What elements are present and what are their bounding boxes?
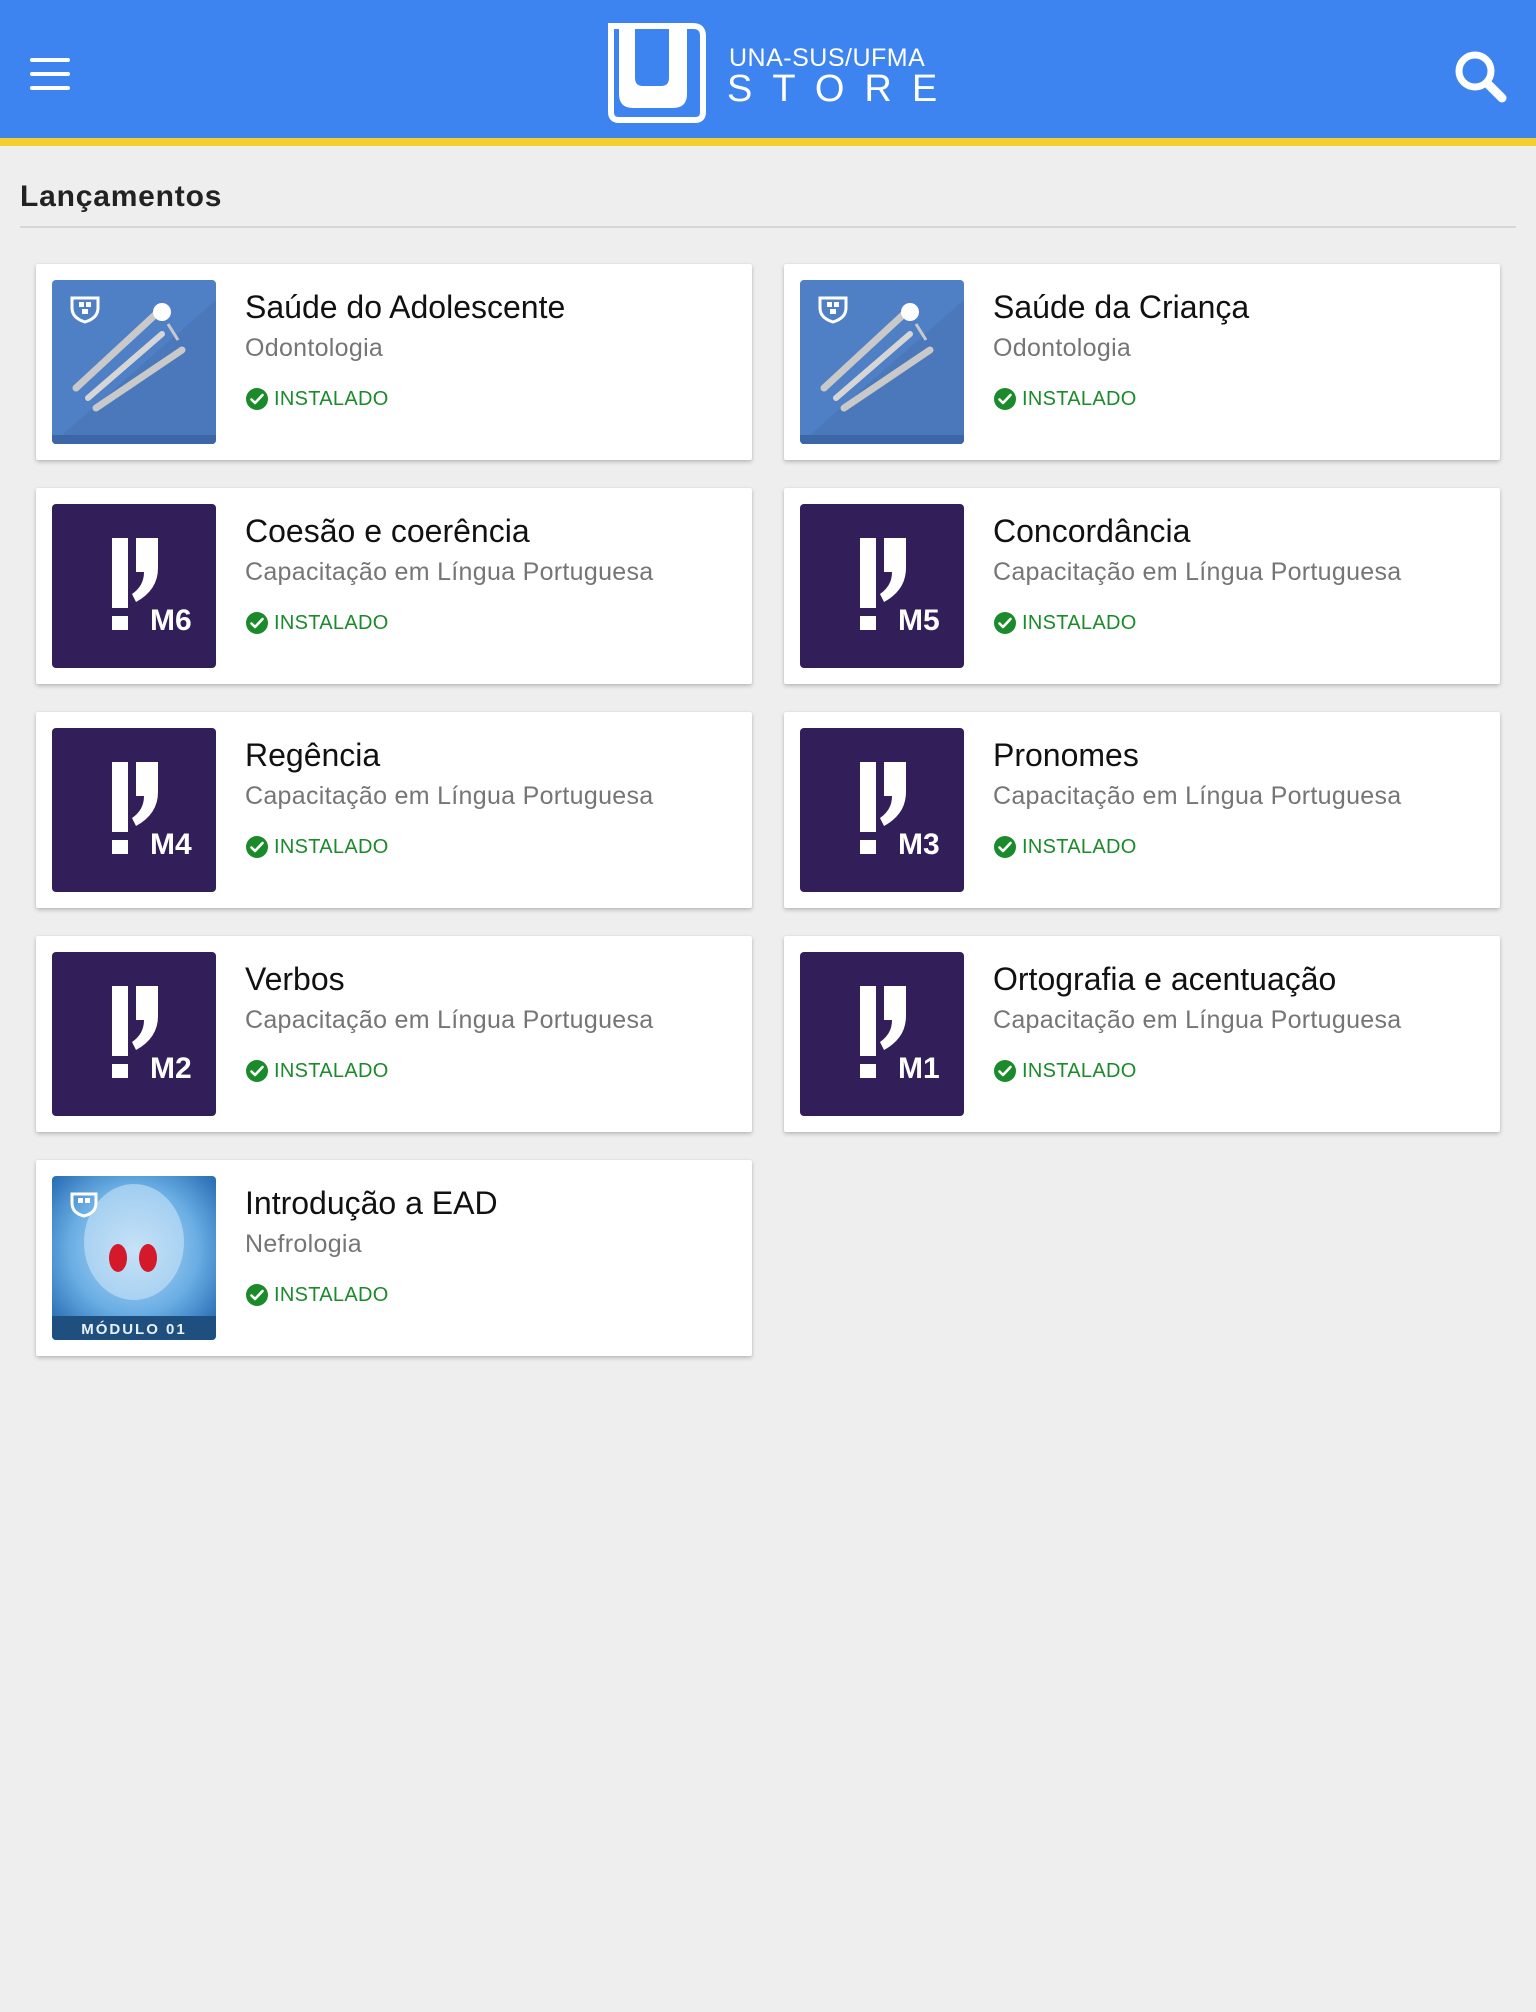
app-title: Saúde da Criança [993, 289, 1250, 325]
status-badge: INSTALADO [245, 1058, 389, 1084]
status-label: INSTALADO [274, 1283, 389, 1306]
check-circle-icon [246, 1284, 268, 1306]
app-card[interactable]: Saúde do Adolescente Odontologia INSTALADO [36, 264, 752, 460]
status-label: INSTALADO [1022, 1059, 1137, 1082]
module-label: M1 [898, 1052, 940, 1085]
module-icon: M3 [800, 728, 964, 892]
app-category: Capacitação em Língua Portuguesa [245, 558, 654, 586]
app-category: Capacitação em Língua Portuguesa [993, 558, 1402, 586]
app-card[interactable]: M1 Ortografia e acentuação Capacitação em… [784, 936, 1500, 1132]
check-circle-icon [994, 388, 1016, 410]
module-label: M5 [898, 604, 940, 637]
status-badge: INSTALADO [993, 1058, 1137, 1084]
module-icon: M1 [800, 952, 964, 1116]
kidney-icon: MÓDULO 01 [52, 1176, 216, 1340]
status-label: INSTALADO [1022, 387, 1137, 410]
app-card[interactable]: M6 Coesão e coerência Capacitação em Líng… [36, 488, 752, 684]
check-circle-icon [994, 836, 1016, 858]
hamburger-menu-icon[interactable] [26, 50, 78, 98]
status-label: INSTALADO [274, 835, 389, 858]
module-label: M2 [150, 1052, 192, 1085]
module-icon: M2 [52, 952, 216, 1116]
app-title: Introdução a EAD [245, 1185, 498, 1221]
status-badge: INSTALADO [245, 1282, 389, 1308]
status-label: INSTALADO [1022, 611, 1137, 634]
una-sus-logo-icon [608, 23, 706, 123]
status-badge: INSTALADO [993, 386, 1137, 412]
app-title: Ortografia e acentuação [993, 961, 1337, 997]
status-badge: INSTALADO [245, 386, 389, 412]
module-label: M4 [150, 828, 192, 861]
store-logo: UNA-SUS/UFMA STORE [605, 20, 945, 126]
status-badge: INSTALADO [993, 610, 1137, 636]
app-card[interactable]: M2 Verbos Capacitação em Língua Portugues… [36, 936, 752, 1132]
app-category: Capacitação em Língua Portuguesa [245, 782, 654, 810]
app-title: Coesão e coerência [245, 513, 530, 549]
section-divider [20, 226, 1516, 228]
status-label: INSTALADO [1022, 835, 1137, 858]
status-badge: INSTALADO [245, 834, 389, 860]
check-circle-icon [994, 612, 1016, 634]
status-label: INSTALADO [274, 1059, 389, 1082]
check-circle-icon [246, 388, 268, 410]
status-label: INSTALADO [274, 611, 389, 634]
app-title: Saúde do Adolescente [245, 289, 566, 325]
dental-tools-icon [52, 280, 216, 444]
module-icon: M6 [52, 504, 216, 668]
module-label: M3 [898, 828, 940, 861]
check-circle-icon [994, 1060, 1016, 1082]
module-badge: MÓDULO 01 [81, 1320, 187, 1338]
status-badge: INSTALADO [993, 834, 1137, 860]
status-label: INSTALADO [274, 387, 389, 410]
app-card[interactable]: M5 Concordância Capacitação em Língua Por… [784, 488, 1500, 684]
module-icon: M5 [800, 504, 964, 668]
app-title: Verbos [245, 961, 345, 997]
app-card[interactable]: Saúde da Criança Odontologia INSTALADO [784, 264, 1500, 460]
check-circle-icon [246, 836, 268, 858]
check-circle-icon [246, 612, 268, 634]
dental-tools-icon [800, 280, 964, 444]
logo-text-store: STORE [727, 68, 958, 110]
module-label: M6 [150, 604, 192, 637]
app-card[interactable]: M3 Pronomes Capacitação em Língua Portugu… [784, 712, 1500, 908]
app-category: Capacitação em Língua Portuguesa [245, 1006, 654, 1034]
app-title: Regência [245, 737, 381, 773]
section-title: Lançamentos [20, 180, 223, 213]
app-category: Odontologia [993, 334, 1132, 362]
app-bar: UNA-SUS/UFMA STORE [0, 0, 1536, 146]
app-card[interactable]: M4 Regência Capacitação em Língua Portugu… [36, 712, 752, 908]
app-title: Pronomes [993, 737, 1139, 773]
status-badge: INSTALADO [245, 610, 389, 636]
check-circle-icon [246, 1060, 268, 1082]
app-category: Nefrologia [245, 1230, 362, 1258]
app-title: Concordância [993, 513, 1191, 549]
app-card[interactable]: MÓDULO 01 Introdução a EAD Nefrologia INST… [36, 1160, 752, 1356]
module-icon: M4 [52, 728, 216, 892]
search-icon[interactable] [1450, 46, 1510, 106]
app-category: Odontologia [245, 334, 384, 362]
app-category: Capacitação em Língua Portuguesa [993, 782, 1402, 810]
app-category: Capacitação em Língua Portuguesa [993, 1006, 1402, 1034]
